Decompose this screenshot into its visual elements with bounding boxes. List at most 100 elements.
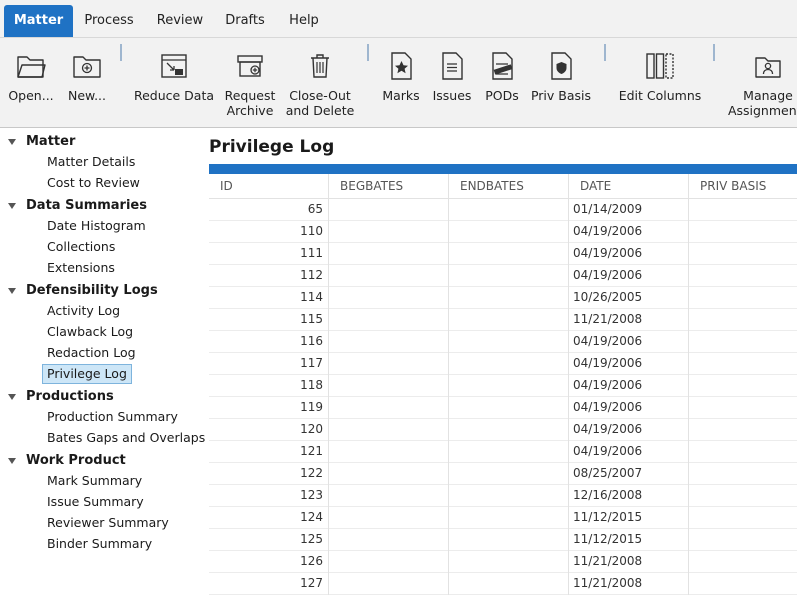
table-row[interactable]: 117 04/19/2006 (209, 353, 797, 375)
table-row[interactable]: 119 04/19/2006 (209, 397, 797, 419)
manage-assignments-button[interactable]: Manage Assignments (726, 38, 797, 128)
sidebar-item-issue-summary[interactable]: Issue Summary (42, 492, 149, 512)
sidebar-item-clawback-log[interactable]: Clawback Log (42, 322, 138, 342)
sidebar-item-mark-summary[interactable]: Mark Summary (42, 471, 147, 491)
sidebar-item-privilege-log[interactable]: Privilege Log (42, 364, 132, 384)
cell-date: 01/14/2009 (569, 199, 689, 221)
cell-priv-basis (689, 221, 797, 243)
sidebar-item-cost-to-review[interactable]: Cost to Review (42, 173, 145, 193)
cell-endbates (449, 221, 569, 243)
sidebar-item-reviewer-summary[interactable]: Reviewer Summary (42, 513, 174, 533)
edit-columns-button[interactable]: Edit Columns (614, 38, 706, 128)
document-lines-icon (442, 52, 463, 80)
sidebar-item-collections[interactable]: Collections (42, 237, 120, 257)
cell-date: 12/16/2008 (569, 485, 689, 507)
cell-id: 121 (209, 441, 329, 463)
cell-priv-basis (689, 551, 797, 573)
ribbon-toolbar: Open... New... Reduce Data Request Archi… (0, 37, 797, 128)
sidebar-section-work-product[interactable]: Work Product (0, 451, 200, 471)
issues-button[interactable]: Issues (428, 38, 476, 128)
menu-tab-matter[interactable]: Matter (4, 5, 73, 37)
table-row[interactable]: 110 04/19/2006 (209, 221, 797, 243)
request-archive-button[interactable]: Request Archive (220, 38, 280, 128)
columns-icon (646, 53, 674, 79)
marks-button[interactable]: Marks (378, 38, 424, 128)
cell-id: 111 (209, 243, 329, 265)
ribbon-separator (120, 44, 122, 61)
table-row[interactable]: 124 11/12/2015 (209, 507, 797, 529)
column-header-begbates[interactable]: BEGBATES (329, 174, 449, 199)
table-row[interactable]: 118 04/19/2006 (209, 375, 797, 397)
cell-date: 04/19/2006 (569, 331, 689, 353)
table-row[interactable]: 115 11/21/2008 (209, 309, 797, 331)
column-header-priv-basis[interactable]: PRIV BASIS (689, 174, 797, 199)
cell-endbates (449, 331, 569, 353)
priv-basis-label: Priv Basis (530, 88, 592, 103)
cell-endbates (449, 419, 569, 441)
table-row[interactable]: 126 11/21/2008 (209, 551, 797, 573)
open-button[interactable]: Open... (2, 38, 60, 128)
cell-id: 122 (209, 463, 329, 485)
table-row[interactable]: 112 04/19/2006 (209, 265, 797, 287)
menu-tab-review[interactable]: Review (148, 5, 212, 37)
table-row[interactable]: 114 10/26/2005 (209, 287, 797, 309)
reduce-data-label: Reduce Data (133, 88, 215, 103)
cell-endbates (449, 397, 569, 419)
sidebar-section-data-summaries[interactable]: Data Summaries (0, 196, 200, 216)
sidebar-section-matter[interactable]: Matter (0, 132, 200, 152)
cell-date: 11/12/2015 (569, 529, 689, 551)
cell-endbates (449, 243, 569, 265)
sidebar-item-extensions[interactable]: Extensions (42, 258, 120, 278)
cell-endbates (449, 529, 569, 551)
cell-id: 120 (209, 419, 329, 441)
pods-button[interactable]: PODs (480, 38, 524, 128)
table-row[interactable]: 116 04/19/2006 (209, 331, 797, 353)
menu-tab-drafts[interactable]: Drafts (216, 5, 274, 37)
sidebar-item-date-histogram[interactable]: Date Histogram (42, 216, 151, 236)
table-row[interactable]: 127 11/21/2008 (209, 573, 797, 595)
table-row[interactable]: 125 11/12/2015 (209, 529, 797, 551)
sidebar-item-activity-log[interactable]: Activity Log (42, 301, 125, 321)
folder-open-icon (17, 56, 46, 78)
sidebar-item-production-summary[interactable]: Production Summary (42, 407, 183, 427)
cell-date: 04/19/2006 (569, 397, 689, 419)
sidebar-section-title: Work Product (26, 453, 126, 468)
menu-tab-help[interactable]: Help (280, 5, 328, 37)
issues-label: Issues (432, 88, 472, 103)
table-row[interactable]: 111 04/19/2006 (209, 243, 797, 265)
menu-tab-process[interactable]: Process (76, 5, 142, 37)
column-header-id[interactable]: ID (209, 174, 329, 199)
sidebar-section-productions[interactable]: Productions (0, 387, 200, 407)
sidebar-section-title: Productions (26, 389, 114, 404)
column-header-date[interactable]: DATE (569, 174, 689, 199)
cell-begbates (329, 419, 449, 441)
sidebar-item-matter-details[interactable]: Matter Details (42, 152, 140, 172)
trash-icon (311, 54, 329, 78)
sidebar-item-bates-gaps-and-overlaps[interactable]: Bates Gaps and Overlaps (42, 428, 210, 448)
cell-endbates (449, 375, 569, 397)
sidebar-item-redaction-log[interactable]: Redaction Log (42, 343, 141, 363)
cell-begbates (329, 507, 449, 529)
reduce-data-button[interactable]: Reduce Data (132, 38, 216, 128)
cell-id: 112 (209, 265, 329, 287)
priv-basis-button[interactable]: Priv Basis (528, 38, 594, 128)
cell-begbates (329, 287, 449, 309)
cell-begbates (329, 265, 449, 287)
table-row[interactable]: 120 04/19/2006 (209, 419, 797, 441)
cell-date: 04/19/2006 (569, 441, 689, 463)
close-out-delete-button[interactable]: Close-Out and Delete (284, 38, 356, 128)
new-button[interactable]: New... (62, 38, 112, 128)
cell-endbates (449, 309, 569, 331)
edit-columns-label: Edit Columns (618, 88, 702, 103)
table-row[interactable]: 123 12/16/2008 (209, 485, 797, 507)
sidebar-section-title: Matter (26, 134, 76, 149)
table-row[interactable]: 65 01/14/2009 (209, 199, 797, 221)
column-header-endbates[interactable]: ENDBATES (449, 174, 569, 199)
table-row[interactable]: 122 08/25/2007 (209, 463, 797, 485)
cell-id: 123 (209, 485, 329, 507)
sidebar-section-defensibility-logs[interactable]: Defensibility Logs (0, 281, 200, 301)
close-out-delete-label: Close-Out and Delete (285, 88, 355, 118)
sidebar-item-binder-summary[interactable]: Binder Summary (42, 534, 157, 554)
cell-begbates (329, 551, 449, 573)
table-row[interactable]: 121 04/19/2006 (209, 441, 797, 463)
